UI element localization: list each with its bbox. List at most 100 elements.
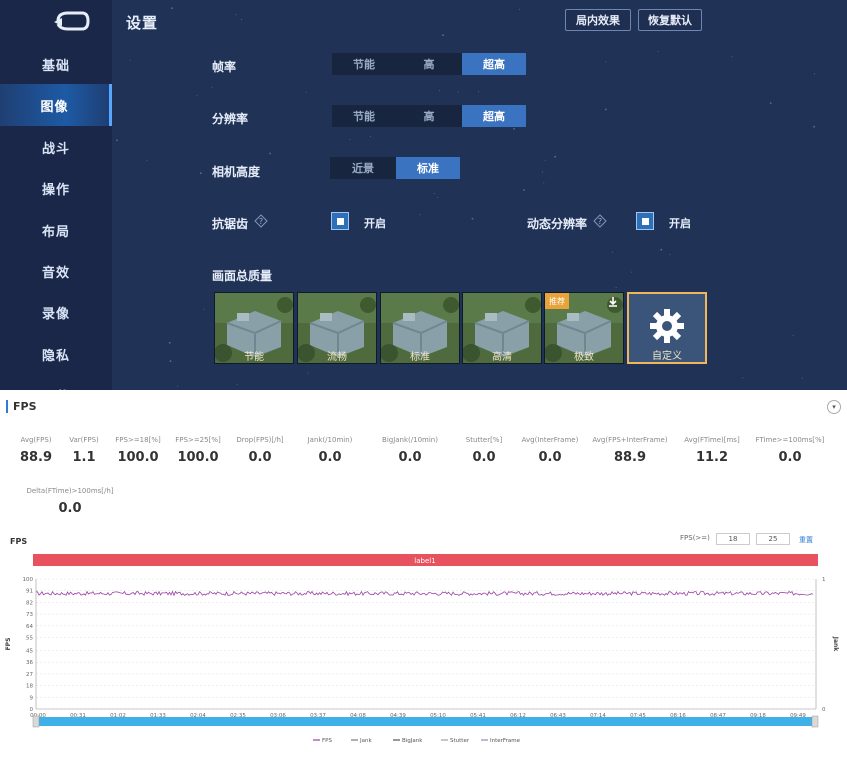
overall-quality-label: 画面总质量 <box>212 269 273 283</box>
sidebar-item[interactable]: 操作 <box>0 167 112 209</box>
legend-item[interactable]: BigJank <box>402 738 423 744</box>
gear-icon <box>650 309 684 343</box>
quality-tile[interactable]: 节能 <box>214 292 294 364</box>
fps-threshold-input-1[interactable]: 18 <box>716 533 750 545</box>
segment-option[interactable]: 超高 <box>462 53 526 75</box>
star <box>236 383 238 385</box>
star <box>269 152 271 155</box>
metric-value: 0.0 <box>778 450 802 465</box>
legend-item[interactable]: Jank <box>359 738 372 744</box>
quality-tile[interactable]: 自定义 <box>627 292 707 364</box>
legend-item[interactable]: Stutter <box>450 738 470 744</box>
anti-aliasing-label: 抗锯齿 <box>212 217 249 231</box>
metric-card: Jank(/10min) 0.0 <box>285 436 375 465</box>
reset-button[interactable]: 重置 <box>799 535 813 545</box>
star <box>660 248 663 251</box>
star <box>439 90 441 92</box>
star <box>437 197 439 198</box>
segment-option[interactable]: 高 <box>396 105 462 127</box>
sidebar-item[interactable]: 图像 <box>0 84 112 126</box>
right-tick-label: 1 <box>822 577 826 583</box>
metric-label: Avg(FTime)[ms] <box>684 436 740 444</box>
segment-option[interactable]: 超高 <box>462 105 526 127</box>
quality-tile[interactable]: 高清 <box>462 292 542 364</box>
sidebar-item[interactable]: 音效 <box>0 250 112 292</box>
collapse-icon[interactable]: ▾ <box>827 400 841 414</box>
label-bar-text: label1 <box>414 557 435 565</box>
y-axis-right-title: Jank <box>832 636 839 653</box>
sidebar-item[interactable]: 下载 <box>0 374 112 391</box>
star <box>305 91 307 93</box>
time-range-scrollbar[interactable] <box>33 717 818 726</box>
metric-label: Jank(/10min) <box>307 436 353 444</box>
dynamic-resolution-checkbox[interactable] <box>636 212 654 230</box>
scrollbar-handle-right[interactable] <box>811 715 819 728</box>
y-tick-label: 27 <box>26 672 33 678</box>
legend-item[interactable]: InterFrame <box>490 738 521 744</box>
star <box>605 61 607 63</box>
back-icon[interactable] <box>52 10 90 32</box>
star <box>146 160 148 162</box>
star <box>519 8 521 10</box>
sidebar-item[interactable]: 录像 <box>0 291 112 333</box>
sidebar-item[interactable]: 布局 <box>0 209 112 251</box>
legend-item[interactable]: FPS <box>322 738 332 744</box>
in-game-effect-button[interactable]: 局内效果 <box>565 9 631 31</box>
fps-series-line <box>35 590 814 597</box>
y-tick-label: 36 <box>26 660 33 666</box>
star <box>419 214 421 216</box>
metric-value: 0.0 <box>538 450 562 465</box>
resolution-label: 分辨率 <box>212 112 249 126</box>
star <box>196 94 198 96</box>
star <box>177 385 179 387</box>
star <box>169 360 172 363</box>
star <box>513 127 515 130</box>
help-icon[interactable]: ? <box>254 214 268 228</box>
y-tick-label: 18 <box>26 684 33 690</box>
help-icon[interactable]: ? <box>593 214 607 228</box>
camera-height-selector[interactable]: 近景 标准 <box>330 157 460 179</box>
quality-tile[interactable]: 标准 <box>380 292 460 364</box>
scrollbar-handle-left[interactable] <box>32 715 40 728</box>
metric-card: Avg(FTime)[ms] 11.2 <box>667 436 757 465</box>
sidebar-item[interactable]: 基础 <box>0 43 112 85</box>
star <box>669 254 671 256</box>
settings-main: 设置 局内效果 恢复默认 帧率 节能高超高 分辨率 节能高超高 相机高度 近景标… <box>112 0 847 390</box>
star <box>554 155 557 158</box>
anti-aliasing-checkbox[interactable] <box>331 212 349 230</box>
star <box>129 59 131 61</box>
restore-default-button[interactable]: 恢复默认 <box>638 9 702 31</box>
quality-tile[interactable]: 流畅 <box>297 292 377 364</box>
frame-rate-selector[interactable]: 节能高超高 <box>332 53 526 75</box>
segment-option[interactable]: 节能 <box>332 105 396 127</box>
fps-report: FPS ▾ Avg(FPS) 88.9 Var(FPS) 1.1 FPS>=18[%] 1… <box>0 390 847 757</box>
y-tick-label: 45 <box>26 649 33 655</box>
metric-card: FTime>=100ms[%] 0.0 <box>745 436 835 465</box>
y-tick-label: 9 <box>30 695 34 701</box>
segment-option[interactable]: 标准 <box>396 157 460 179</box>
star <box>168 341 171 344</box>
download-icon[interactable] <box>607 296 619 308</box>
star <box>457 91 459 93</box>
segment-option[interactable]: 节能 <box>332 53 396 75</box>
y-tick-label: 91 <box>26 589 33 595</box>
metric-value: 0.0 <box>318 450 342 465</box>
camera-height-label: 相机高度 <box>212 165 261 179</box>
metric-card: Avg(FPS+InterFrame) 88.9 <box>585 436 675 465</box>
star <box>544 159 546 161</box>
fps-threshold-input-2[interactable]: 25 <box>756 533 790 545</box>
y-tick-label: 55 <box>26 636 33 642</box>
frame-rate-label: 帧率 <box>212 60 237 74</box>
sidebar-item[interactable]: 隐私 <box>0 333 112 375</box>
star <box>792 335 794 337</box>
sidebar: 基础图像战斗操作布局音效录像隐私下载 <box>0 0 112 390</box>
resolution-selector[interactable]: 节能高超高 <box>332 105 526 127</box>
star <box>615 287 617 288</box>
segment-option[interactable]: 高 <box>396 53 462 75</box>
quality-tile[interactable]: 极致 推荐 <box>544 292 624 364</box>
star <box>769 102 772 104</box>
star <box>370 136 371 137</box>
segment-option[interactable]: 近景 <box>330 157 396 179</box>
sidebar-item[interactable]: 战斗 <box>0 126 112 168</box>
star <box>801 377 803 379</box>
